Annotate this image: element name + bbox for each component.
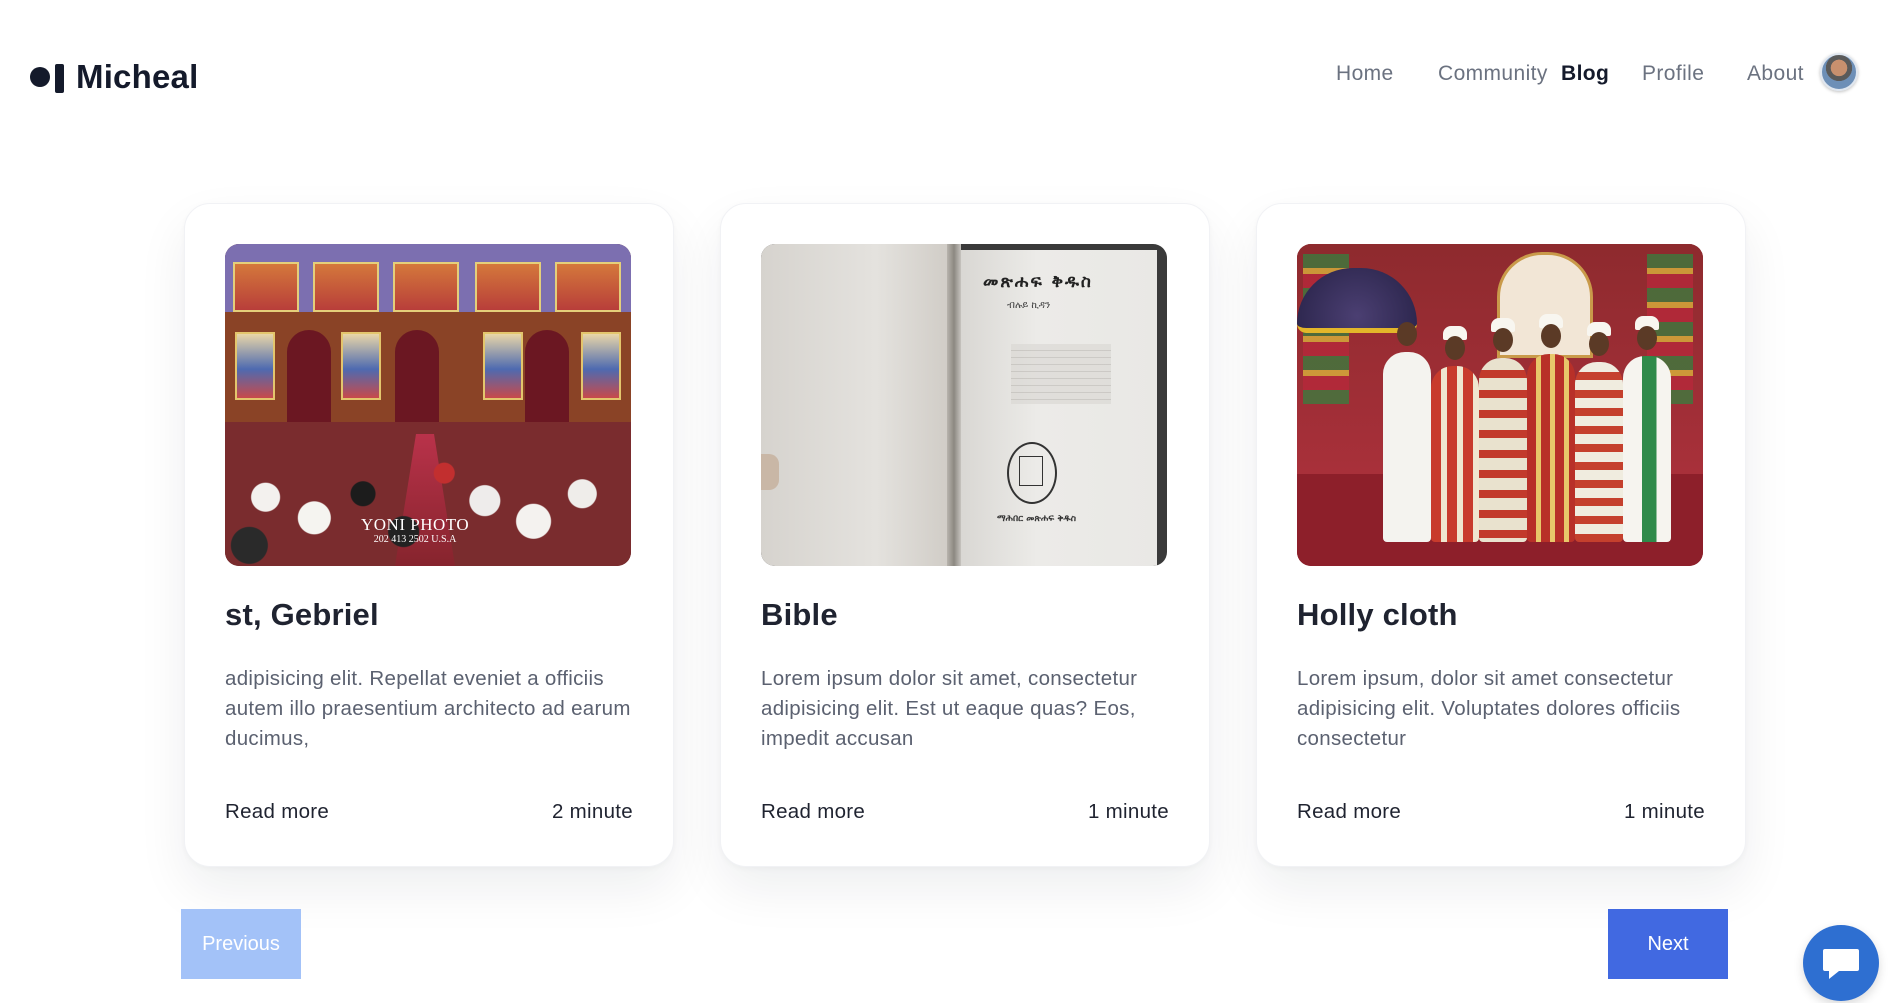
nav-blog[interactable]: Blog [1561, 62, 1609, 86]
bible-publisher-text: ማሕበር መጽሐፍ ቅዱስ [997, 514, 1077, 524]
chat-bubble-icon [1823, 949, 1859, 979]
image-watermark: YONI PHOTO 202 413 2502 U.S.A [361, 515, 470, 545]
read-more-link[interactable]: Read more [1297, 800, 1401, 824]
nav-community[interactable]: Community [1438, 62, 1548, 86]
read-more-link[interactable]: Read more [225, 800, 329, 824]
post-excerpt: Lorem ipsum, dolor sit amet consectetur … [1297, 667, 1681, 750]
site-header: Micheal Home Community Blog Profile Abou… [0, 0, 1895, 160]
logo-mark-icon [30, 60, 66, 94]
post-title[interactable]: st, Gebriel [225, 597, 379, 633]
next-button[interactable]: Next [1608, 909, 1728, 979]
nav-profile[interactable]: Profile [1642, 62, 1704, 86]
previous-button[interactable]: Previous [181, 909, 301, 979]
post-excerpt: Lorem ipsum dolor sit amet, consectetur … [761, 667, 1138, 750]
read-time: 2 minute [551, 800, 633, 823]
bible-title-text: መጽሐፍ ቅዱስ [983, 272, 1093, 292]
nav-about[interactable]: About [1747, 62, 1804, 86]
post-title[interactable]: Bible [761, 597, 838, 633]
post-image-church-interior[interactable]: YONI PHOTO 202 413 2502 U.S.A [225, 244, 631, 566]
chat-button[interactable] [1803, 925, 1879, 1001]
blog-card: Holly cloth Lorem ipsum, dolor sit amet … [1256, 203, 1746, 867]
user-avatar[interactable] [1820, 53, 1858, 91]
read-time: 1 minute [1087, 800, 1169, 823]
post-image-bible[interactable]: መጽሐፍ ቅዱስ ብሉይ ኪዳን ማሕበር መጽሐፍ ቅዱስ [761, 244, 1167, 566]
post-excerpt: adipisicing elit. Repellat eveniet a off… [225, 667, 631, 750]
post-image-priests[interactable] [1297, 244, 1703, 566]
read-time: 1 minute [1623, 800, 1705, 823]
blog-card: መጽሐፍ ቅዱስ ብሉይ ኪዳን ማሕበር መጽሐፍ ቅዱስ Bible Lor… [720, 203, 1210, 867]
blog-card: YONI PHOTO 202 413 2502 U.S.A st, Gebrie… [184, 203, 674, 867]
read-more-link[interactable]: Read more [761, 800, 865, 824]
bible-subtitle-text: ብሉይ ኪዳን [1007, 300, 1051, 311]
nav-home[interactable]: Home [1336, 62, 1394, 86]
post-title[interactable]: Holly cloth [1297, 597, 1458, 633]
brand-logo[interactable]: Micheal [30, 58, 198, 96]
brand-name: Micheal [76, 58, 199, 95]
